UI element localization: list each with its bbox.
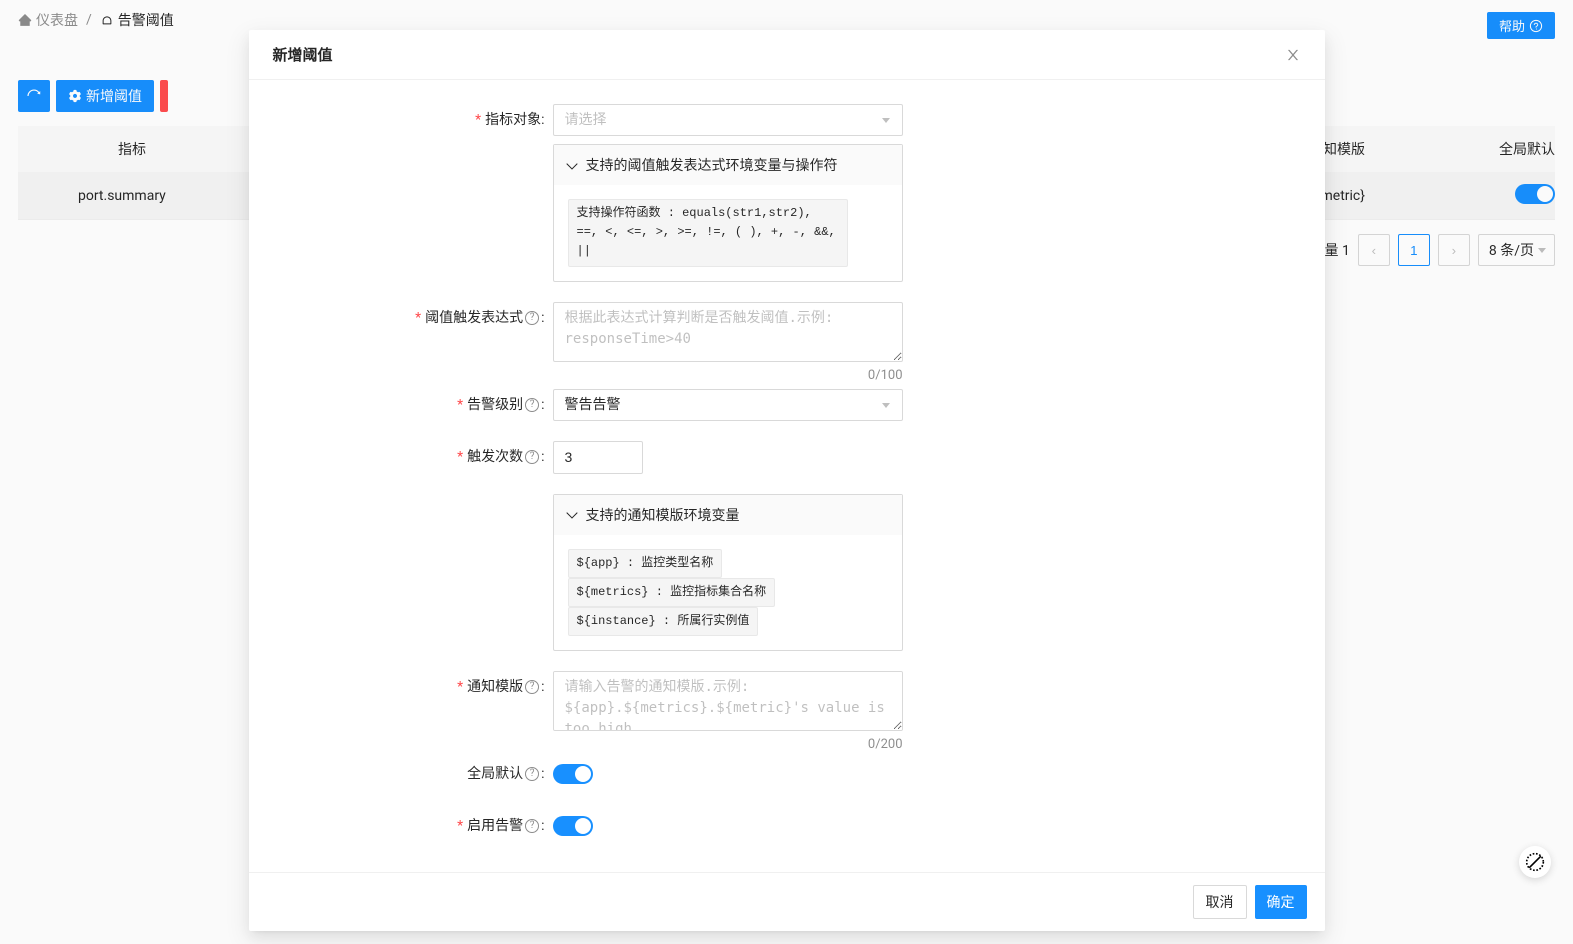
expr-vars-collapse: 支持的阈值触发表达式环境变量与操作符 支持操作符函数 : equals(str1… [553, 144, 903, 282]
label-global-default: 全局默认?: [273, 758, 553, 790]
template-vars-collapse: 支持的通知模版环境变量 ${app} : 监控类型名称 ${metrics} :… [553, 494, 903, 652]
modal-footer: 取消 确定 [249, 872, 1325, 931]
add-threshold-modal: 新增阈值 *指标对象: 请选择 支持 [249, 30, 1325, 931]
expr-vars-collapse-header[interactable]: 支持的阈值触发表达式环境变量与操作符 [554, 145, 902, 185]
ok-button[interactable]: 确定 [1255, 885, 1307, 919]
expr-count: 0/100 [553, 368, 903, 383]
help-icon[interactable]: ? [525, 398, 539, 412]
expr-textarea[interactable] [553, 302, 903, 362]
help-icon[interactable]: ? [525, 311, 539, 325]
label-template: *通知模版?: [273, 671, 553, 752]
modal-header: 新增阈值 [249, 30, 1325, 80]
help-icon[interactable]: ? [525, 450, 539, 464]
close-icon [1285, 47, 1301, 63]
target-select[interactable]: 请选择 [553, 104, 903, 136]
modal-close-button[interactable] [1285, 47, 1301, 63]
template-var-metrics: ${metrics} : 监控指标集合名称 [568, 578, 776, 607]
modal-title: 新增阈值 [273, 44, 333, 65]
enable-alert-switch[interactable] [553, 816, 593, 836]
template-var-app: ${app} : 监控类型名称 [568, 549, 723, 578]
template-count: 0/200 [553, 737, 903, 752]
expr-ops-tag: 支持操作符函数 : equals(str1,str2), ==, <, <=, … [568, 199, 848, 267]
help-icon[interactable]: ? [525, 767, 539, 781]
label-times: *触发次数?: [273, 441, 553, 474]
chevron-down-icon [566, 507, 577, 518]
cancel-button[interactable]: 取消 [1193, 885, 1247, 919]
template-vars-collapse-header[interactable]: 支持的通知模版环境变量 [554, 495, 902, 535]
modal-mask: 新增阈值 *指标对象: 请选择 支持 [0, 0, 1573, 944]
mic-off-icon [1525, 852, 1545, 872]
chevron-down-icon [566, 158, 577, 169]
global-default-switch[interactable] [553, 764, 593, 784]
times-input[interactable] [553, 441, 643, 474]
template-var-instance: ${instance} : 所属行实例值 [568, 607, 759, 636]
fab-button[interactable] [1519, 846, 1551, 878]
label-level: *告警级别?: [273, 389, 553, 421]
template-textarea[interactable] [553, 671, 903, 731]
help-icon[interactable]: ? [525, 680, 539, 694]
label-target: *指标对象: [273, 104, 553, 136]
help-icon[interactable]: ? [525, 819, 539, 833]
label-expr: *阈值触发表达式?: [273, 302, 553, 383]
level-select[interactable]: 警告告警 [553, 389, 903, 421]
label-enable-alert: *启用告警?: [273, 810, 553, 842]
